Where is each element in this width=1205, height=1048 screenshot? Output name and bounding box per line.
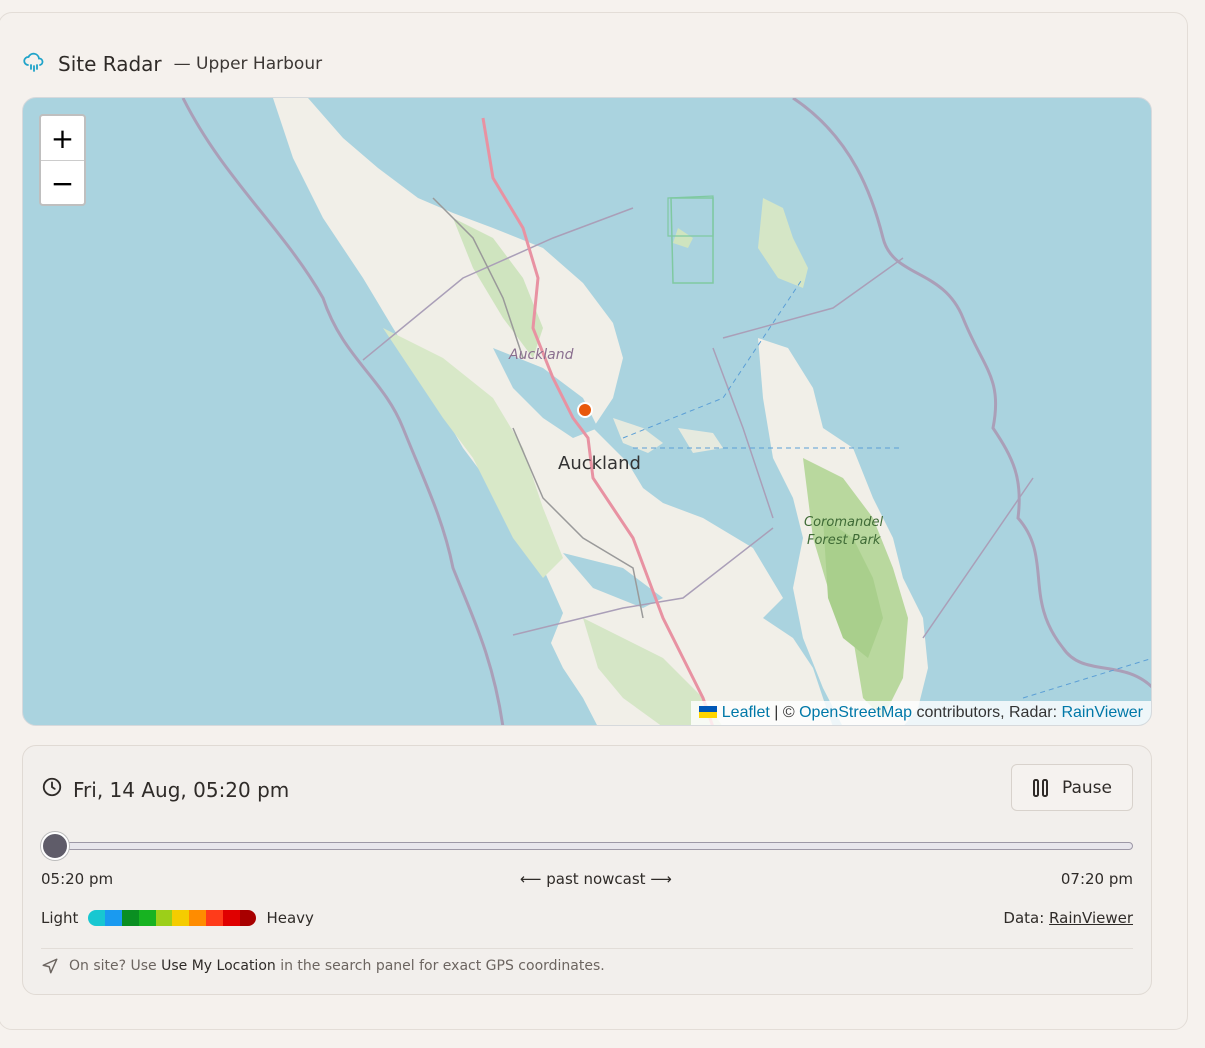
ramp-swatch [222, 910, 240, 926]
ramp-swatch [105, 910, 123, 926]
rainviewer-data-link[interactable]: RainViewer [1049, 909, 1133, 927]
tip-highlight: Use My Location [161, 958, 276, 974]
zoom-in-button[interactable]: + [41, 116, 84, 160]
divider [41, 948, 1133, 949]
timeline-middle-label: ⟵ past nowcast ⟶ [520, 870, 672, 888]
timestamp-text: Fri, 14 Aug, 05:20 pm [73, 777, 290, 802]
ramp-swatch [172, 910, 190, 926]
tip-suffix: in the search panel for exact GPS coordi… [280, 958, 605, 974]
pause-icon [1033, 778, 1048, 797]
park-label-line2: Forest Park [807, 533, 881, 548]
attribution-contributors: contributors, Radar: [912, 704, 1062, 721]
pause-label: Pause [1062, 777, 1112, 798]
map-attribution: Leaflet | © OpenStreetMap contributors, … [690, 701, 1151, 725]
data-source-prefix: Data: [1003, 909, 1050, 927]
card-title: Site Radar [58, 52, 162, 76]
data-source: Data: RainViewer [1003, 909, 1133, 927]
intensity-legend: Light Heavy [41, 909, 314, 927]
tip-prefix: On site? Use [69, 958, 157, 974]
ramp-swatch [206, 910, 223, 926]
navigation-arrow-icon [41, 957, 59, 975]
rain-cloud-icon [22, 50, 46, 78]
intensity-color-ramp [88, 910, 257, 926]
park-label-line1: Coromandel [804, 515, 884, 530]
pause-button[interactable]: Pause [1011, 764, 1133, 811]
ramp-swatch [189, 910, 207, 926]
frame-timestamp: Fri, 14 Aug, 05:20 pm [41, 776, 289, 803]
card-header: Site Radar — Upper Harbour [22, 50, 322, 78]
location-tip: On site? Use Use My Location in the sear… [41, 957, 605, 975]
ramp-swatch [239, 910, 257, 926]
timeline-start-label: 05:20 pm [41, 870, 114, 888]
radar-map[interactable]: Auckland Auckland Coromandel Forest Park… [22, 97, 1152, 726]
timeline-thumb[interactable] [41, 832, 69, 860]
ramp-swatch [122, 910, 139, 926]
zoom-control: + − [39, 114, 86, 206]
timeline-track[interactable] [55, 842, 1133, 850]
ramp-swatch [88, 910, 106, 926]
site-marker[interactable] [577, 402, 593, 418]
legend-light-label: Light [41, 909, 79, 927]
legend-heavy-label: Heavy [266, 909, 314, 927]
timeline-end-label: 07:20 pm [1060, 870, 1133, 888]
ramp-swatch [138, 910, 156, 926]
ukraine-flag-icon [698, 706, 717, 718]
playback-panel: Fri, 14 Aug, 05:20 pm Pause 05:20 pm ⟵ p… [22, 745, 1152, 995]
city-label: Auckland [558, 453, 641, 474]
osm-link[interactable]: OpenStreetMap [799, 704, 912, 721]
rainviewer-attribution-link[interactable]: RainViewer [1061, 704, 1143, 721]
zoom-out-button[interactable]: − [41, 160, 84, 204]
region-label: Auckland [509, 347, 574, 363]
clock-icon [41, 776, 63, 803]
ramp-swatch [155, 910, 173, 926]
attribution-separator: | © [769, 704, 800, 721]
site-name: — Upper Harbour [173, 54, 323, 74]
leaflet-link[interactable]: Leaflet [722, 704, 770, 721]
